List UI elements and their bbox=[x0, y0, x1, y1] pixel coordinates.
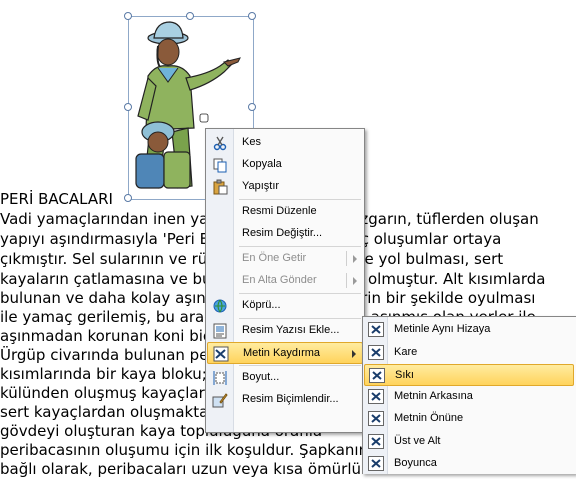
submenu-arrow-icon bbox=[352, 350, 356, 358]
top-bottom-wrap-icon bbox=[368, 434, 384, 449]
submenu-item-top-and-bottom[interactable]: Üst ve Alt bbox=[364, 431, 575, 453]
menu-item-label: Resmi Düzenle bbox=[242, 205, 317, 217]
submenu-item-label: Üst ve Alt bbox=[394, 435, 441, 447]
resize-handle-top-right[interactable] bbox=[248, 12, 256, 20]
size-icon bbox=[212, 370, 228, 386]
menu-item-edit-picture[interactable]: Resmi Düzenle bbox=[207, 201, 363, 223]
menu-item-hyperlink[interactable]: Köprü... bbox=[207, 295, 363, 317]
menu-separator bbox=[239, 365, 361, 366]
submenu-item-label: Kare bbox=[394, 346, 418, 358]
menu-item-copy[interactable]: Kopyala bbox=[207, 154, 363, 176]
resize-handle-right[interactable] bbox=[248, 103, 256, 111]
menu-separator bbox=[239, 199, 361, 200]
menu-item-label: Köprü... bbox=[242, 299, 281, 311]
submenu-item-in-front-of-text[interactable]: Metnin Önüne bbox=[364, 408, 575, 430]
menu-separator bbox=[239, 246, 361, 247]
submenu-item-inline-with-text[interactable]: Metinle Aynı Hizaya bbox=[364, 319, 575, 341]
submenu-item-through[interactable]: Boyunca bbox=[364, 453, 575, 475]
menu-item-label: Resim Yazısı Ekle... bbox=[242, 324, 340, 336]
submenu-item-label: Metnin Önüne bbox=[394, 412, 464, 424]
menu-item-label: Kopyala bbox=[242, 158, 282, 170]
menu-item-change-picture[interactable]: Resim Değiştir... bbox=[207, 223, 363, 245]
menu-separator bbox=[239, 293, 361, 294]
paste-icon bbox=[212, 179, 228, 195]
submenu-item-tight[interactable]: Sıkı bbox=[364, 364, 574, 386]
submenu-item-label: Metnin Arkasına bbox=[394, 390, 473, 402]
caption-icon bbox=[212, 323, 228, 339]
resize-handle-top-left[interactable] bbox=[124, 12, 132, 20]
menu-item-cut[interactable]: Kes bbox=[207, 132, 363, 154]
resize-handle-top[interactable] bbox=[186, 12, 194, 20]
submenu-item-label: Sıkı bbox=[395, 369, 414, 381]
menu-separator bbox=[239, 318, 361, 319]
submenu-item-label: Boyunca bbox=[394, 457, 437, 469]
menu-item-send-to-back[interactable]: En Alta Gönder bbox=[207, 270, 363, 292]
in-front-of-text-icon bbox=[368, 411, 384, 426]
menu-item-paste[interactable]: Yapıştır bbox=[207, 176, 363, 198]
text-wrap-icon bbox=[213, 346, 229, 362]
tight-wrap-icon bbox=[369, 368, 385, 383]
menu-item-label: Boyut... bbox=[242, 371, 280, 383]
menu-item-format-picture[interactable]: Resim Biçimlendir... bbox=[207, 389, 363, 411]
split-divider bbox=[346, 273, 347, 288]
square-wrap-icon bbox=[368, 345, 384, 360]
format-picture-icon bbox=[212, 392, 228, 408]
hyperlink-icon bbox=[212, 298, 228, 314]
split-divider bbox=[346, 251, 347, 266]
menu-item-label: Resim Biçimlendir... bbox=[242, 393, 339, 405]
menu-item-text-wrapping[interactable]: Metin Kaydırma bbox=[207, 342, 363, 364]
resize-handle-left[interactable] bbox=[124, 103, 132, 111]
context-menu: Kes Kopyala Yapıştır Resmi Düzenle Resim… bbox=[205, 128, 365, 433]
submenu-item-label: Metinle Aynı Hizaya bbox=[394, 323, 491, 335]
submenu-item-square[interactable]: Kare bbox=[364, 342, 575, 364]
through-wrap-icon bbox=[368, 456, 384, 471]
menu-item-label: En Alta Gönder bbox=[242, 274, 317, 286]
submenu-item-behind-text[interactable]: Metnin Arkasına bbox=[364, 386, 575, 408]
menu-item-label: Metin Kaydırma bbox=[243, 347, 321, 359]
behind-text-icon bbox=[368, 389, 384, 404]
submenu-arrow-icon bbox=[353, 255, 357, 263]
resize-handle-bottom-left[interactable] bbox=[124, 194, 132, 202]
menu-item-bring-to-front[interactable]: En Öne Getir bbox=[207, 248, 363, 270]
scissors-icon bbox=[212, 135, 228, 151]
submenu-arrow-icon bbox=[353, 277, 357, 285]
menu-item-label: Kes bbox=[242, 136, 261, 148]
menu-item-insert-caption[interactable]: Resim Yazısı Ekle... bbox=[207, 320, 363, 342]
menu-item-label: Yapıştır bbox=[242, 180, 280, 192]
inline-with-text-icon bbox=[368, 322, 384, 337]
menu-item-size[interactable]: Boyut... bbox=[207, 367, 363, 389]
copy-icon bbox=[212, 157, 228, 173]
text-wrapping-submenu: Metinle Aynı Hizaya Kare Sıkı Metnin Ark… bbox=[362, 316, 576, 474]
menu-item-label: En Öne Getir bbox=[242, 252, 307, 264]
menu-item-label: Resim Değiştir... bbox=[242, 227, 323, 239]
